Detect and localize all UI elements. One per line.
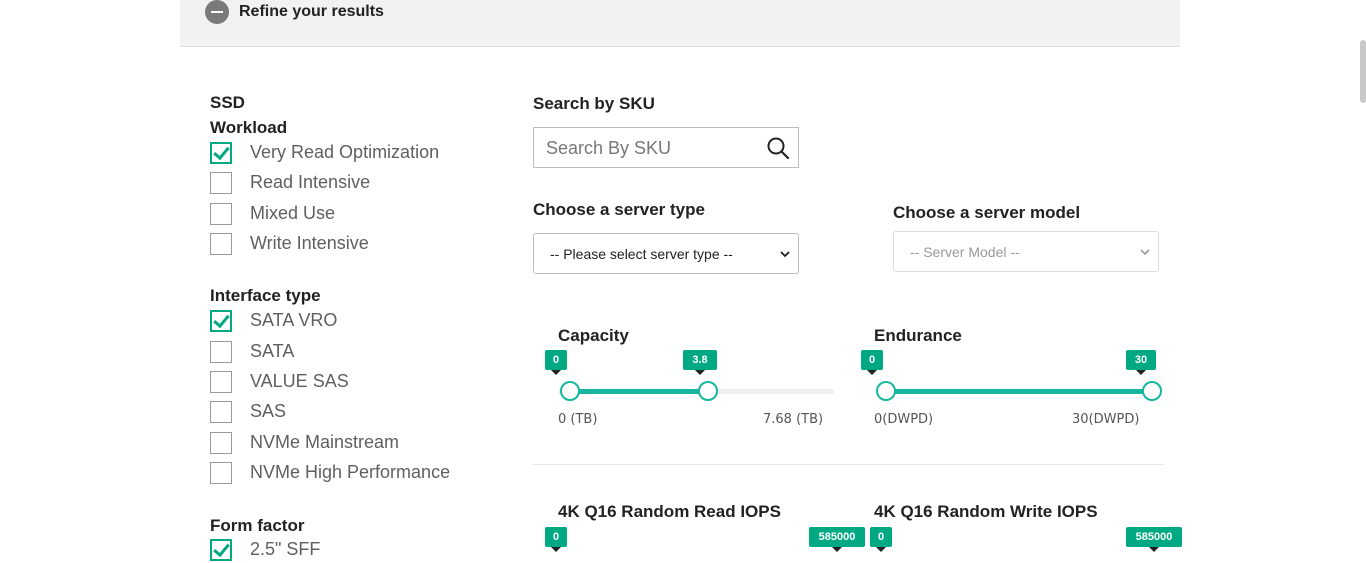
capacity-title: Capacity: [558, 326, 629, 345]
section-divider: [533, 464, 1164, 465]
read-iops-max-tooltip: 585000: [809, 527, 865, 552]
server-model-select[interactable]: -- Server Model --: [893, 231, 1159, 272]
endurance-max-handle[interactable]: [1142, 381, 1162, 401]
capacity-max-handle[interactable]: [698, 381, 718, 401]
read-iops-min-tooltip: 0: [545, 527, 567, 552]
collapse-minus-icon[interactable]: [205, 0, 229, 24]
endurance-min-label: 0(DWPD): [874, 412, 934, 427]
option-label: Read Intensive: [250, 172, 371, 192]
capacity-min-label: 0 (TB): [558, 412, 598, 427]
checkbox[interactable]: [210, 401, 232, 423]
chevron-down-icon: [1140, 249, 1150, 256]
read-iops-title: 4K Q16 Random Read IOPS: [558, 502, 781, 521]
option-label: NVMe High Performance: [250, 462, 451, 482]
refine-results-title[interactable]: Refine your results: [239, 3, 384, 21]
write-iops-max-tooltip: 585000: [1126, 527, 1182, 552]
server-type-selected: -- Please select server type --: [550, 246, 733, 262]
option-label: Write Intensive: [250, 233, 369, 253]
endurance-min-tooltip: 0: [861, 350, 883, 375]
sku-search-box: [533, 127, 799, 169]
option-label: VALUE SAS: [250, 371, 349, 391]
capacity-min-handle[interactable]: [560, 381, 580, 401]
chevron-down-icon: [780, 251, 790, 258]
workload-title: Workload: [210, 118, 288, 137]
checkbox[interactable]: [210, 432, 232, 454]
checkbox-checked[interactable]: [210, 310, 232, 332]
server-model-selected: -- Server Model --: [910, 244, 1020, 260]
checkbox-checked[interactable]: [210, 539, 232, 561]
option-label: NVMe Mainstream: [250, 432, 400, 452]
checkbox[interactable]: [210, 203, 232, 225]
capacity-max-tooltip: 3.8: [683, 350, 717, 375]
option-label: 2.5" SFF: [250, 539, 321, 559]
checkbox[interactable]: [210, 172, 232, 194]
endurance-max-tooltip: 30: [1126, 350, 1156, 375]
capacity-min-tooltip: 0: [545, 350, 567, 375]
page-scrollbar-thumb[interactable]: [1360, 40, 1366, 103]
search-icon[interactable]: [766, 136, 790, 160]
sku-search-input[interactable]: [534, 128, 768, 169]
interface-type-title: Interface type: [210, 286, 321, 305]
option-label: Very Read Optimization: [250, 142, 440, 162]
option-label: SATA VRO: [250, 310, 338, 330]
sku-search-title: Search by SKU: [533, 94, 655, 113]
write-iops-min-tooltip: 0: [870, 527, 892, 552]
option-label: Mixed Use: [250, 203, 336, 223]
checkbox-checked[interactable]: [210, 142, 232, 164]
checkbox[interactable]: [210, 341, 232, 363]
option-label: SAS: [250, 401, 287, 421]
checkbox[interactable]: [210, 371, 232, 393]
server-type-select[interactable]: -- Please select server type --: [533, 233, 799, 274]
write-iops-title: 4K Q16 Random Write IOPS: [874, 502, 1098, 521]
capacity-range-fill: [570, 389, 708, 394]
capacity-max-label: 7.68 (TB): [763, 412, 824, 427]
checkbox[interactable]: [210, 233, 232, 255]
endurance-min-handle[interactable]: [876, 381, 896, 401]
endurance-max-label: 30(DWPD): [1072, 412, 1140, 427]
checkbox[interactable]: [210, 462, 232, 484]
option-label: SATA: [250, 341, 295, 361]
server-model-title: Choose a server model: [893, 203, 1081, 222]
category-title: SSD: [210, 93, 245, 112]
endurance-range-fill: [886, 389, 1152, 394]
server-type-title: Choose a server type: [533, 200, 705, 219]
form-factor-title: Form factor: [210, 516, 305, 535]
endurance-title: Endurance: [874, 326, 962, 345]
